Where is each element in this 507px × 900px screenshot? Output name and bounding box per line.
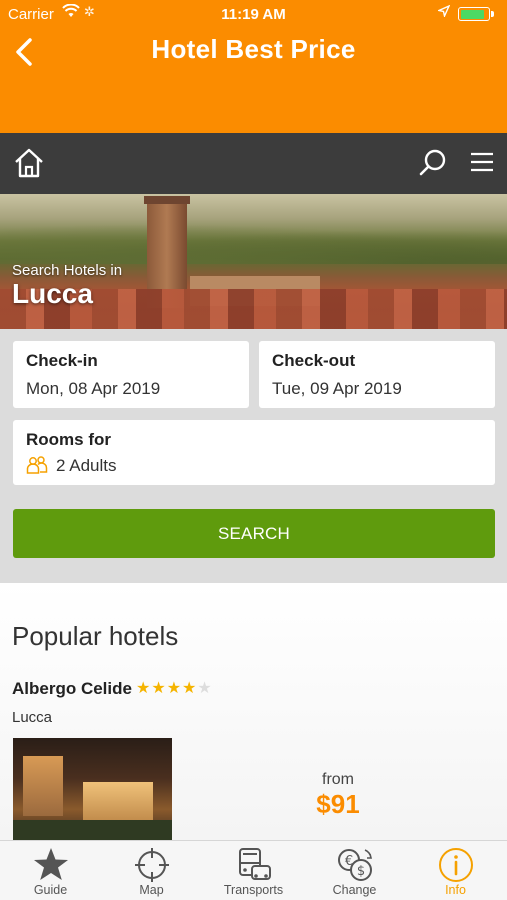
home-button[interactable] bbox=[12, 146, 46, 185]
checkin-label: Check-in bbox=[26, 351, 98, 370]
checkout-field[interactable]: Check-out Tue, 09 Apr 2019 bbox=[259, 341, 495, 408]
hero-hills bbox=[0, 224, 507, 264]
hotel-city: Lucca bbox=[12, 709, 53, 726]
hotel-star-rating: ★★★★★ bbox=[136, 678, 213, 698]
section-heading: Popular hotels bbox=[12, 621, 179, 651]
menu-button[interactable] bbox=[470, 152, 494, 177]
checkout-label: Check-out bbox=[272, 351, 356, 370]
tab-label: Map bbox=[139, 883, 164, 897]
people-icon bbox=[26, 455, 48, 480]
photo-detail bbox=[83, 782, 153, 822]
checkin-field[interactable]: Check-in Mon, 08 Apr 2019 bbox=[13, 341, 249, 408]
battery-icon bbox=[458, 7, 494, 21]
bus-icon bbox=[238, 848, 271, 880]
star-filled-icon: ★ bbox=[151, 680, 167, 697]
app-header: Carrier ✲ 11:19 AM Hotel Best Price bbox=[0, 0, 507, 133]
search-icon bbox=[419, 149, 446, 176]
hamburger-menu-icon bbox=[471, 152, 493, 172]
rooms-value: 2 Adults bbox=[56, 456, 117, 475]
tab-info[interactable]: Info bbox=[405, 841, 506, 900]
photo-detail bbox=[23, 756, 63, 816]
tab-label: Change bbox=[332, 883, 377, 897]
hotel-photo[interactable] bbox=[13, 738, 172, 840]
status-time: 11:19 AM bbox=[221, 6, 286, 23]
rooms-label: Rooms for bbox=[26, 430, 111, 449]
rooms-field[interactable]: Rooms for 2 Adults bbox=[13, 420, 495, 485]
search-hotels-button[interactable]: SEARCH bbox=[13, 509, 495, 558]
tab-label: Guide bbox=[33, 883, 68, 897]
star-filled-icon: ★ bbox=[182, 680, 198, 697]
home-icon bbox=[15, 148, 43, 178]
search-button[interactable] bbox=[418, 148, 448, 183]
checkin-value: Mon, 08 Apr 2019 bbox=[26, 379, 161, 398]
status-bar: Carrier ✲ 11:19 AM bbox=[0, 0, 507, 28]
price-from-label: from bbox=[322, 771, 354, 788]
hotel-price[interactable]: $91 bbox=[260, 789, 416, 820]
tab-map[interactable]: Map bbox=[101, 841, 202, 900]
star-filled-icon: ★ bbox=[166, 680, 183, 697]
checkout-value: Tue, 09 Apr 2019 bbox=[272, 379, 402, 398]
currency-exchange-icon: €$ bbox=[337, 849, 372, 881]
star-filled-icon: ★ bbox=[136, 680, 152, 697]
location-arrow-icon bbox=[436, 4, 451, 20]
photo-detail bbox=[13, 820, 172, 840]
nav-bar bbox=[0, 133, 507, 194]
battery-fill bbox=[460, 9, 484, 19]
page-title: Hotel Best Price bbox=[151, 34, 356, 64]
tab-label: Transports bbox=[223, 883, 284, 897]
tab-change[interactable]: € $ Change bbox=[304, 841, 405, 900]
info-icon bbox=[438, 848, 473, 882]
hero-subtitle: Search Hotels in bbox=[12, 262, 123, 279]
tab-bar: Guide Map Transports € $ Change Info bbox=[0, 840, 507, 900]
crosshair-icon bbox=[134, 848, 169, 882]
battery-nub bbox=[491, 11, 494, 17]
booking-form: Check-in Mon, 08 Apr 2019 Check-out Tue,… bbox=[0, 329, 507, 583]
tab-transports[interactable]: Transports bbox=[203, 841, 304, 900]
tab-guide[interactable]: Guide bbox=[0, 841, 101, 900]
svg-text:$: $ bbox=[356, 864, 364, 879]
hero-banner: Search Hotels in Lucca bbox=[0, 194, 507, 329]
hotel-name[interactable]: Albergo Celide bbox=[12, 679, 132, 699]
tab-label: Info bbox=[445, 883, 466, 897]
popular-hotels-section: Popular hotels Albergo Celide ★★★★★ Lucc… bbox=[0, 583, 507, 840]
star-icon bbox=[33, 848, 68, 880]
hero-city: Lucca bbox=[12, 278, 93, 309]
star-empty-icon: ★ bbox=[197, 680, 213, 697]
